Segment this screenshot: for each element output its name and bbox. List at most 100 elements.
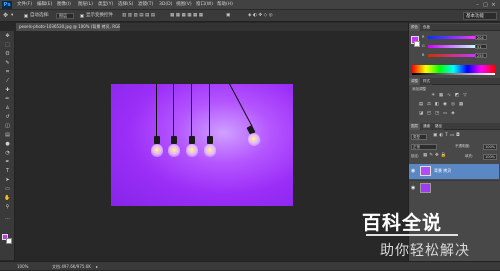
- history-brush-icon[interactable]: ↺: [3, 114, 12, 121]
- quick-select-icon[interactable]: ✎: [3, 60, 12, 67]
- 3d-mode-icons[interactable]: ◈◐✥◇◎: [248, 10, 274, 22]
- layer-filter-icons[interactable]: ▣◐T▭◘: [433, 133, 462, 138]
- channel-mixer-icon[interactable]: ◎: [450, 102, 456, 107]
- menu-layer[interactable]: 图层(L): [78, 0, 93, 10]
- red-value[interactable]: 204: [475, 35, 487, 40]
- layer-thumbnail: [420, 166, 431, 176]
- tool-preset-chevron-icon[interactable]: ▾: [11, 10, 13, 22]
- layer-name[interactable]: 背景 拷贝: [434, 168, 451, 174]
- bulb-socket: [206, 136, 213, 144]
- brush-icon[interactable]: ✏: [3, 96, 12, 103]
- layer-row[interactable]: ◉: [409, 180, 499, 195]
- blend-mode-dropdown[interactable]: 正常: [411, 144, 437, 150]
- exposure-icon[interactable]: ◩: [454, 93, 460, 98]
- grayscale-ramp[interactable]: [412, 73, 495, 75]
- color-balance-icon[interactable]: ⚖: [426, 102, 432, 107]
- selective-color-icon[interactable]: ◈: [450, 111, 456, 116]
- path-select-icon[interactable]: ➤: [3, 177, 12, 184]
- menu-window[interactable]: 窗口(W): [196, 0, 213, 10]
- color-spectrum[interactable]: [412, 65, 495, 73]
- color-panel-background[interactable]: [414, 41, 420, 47]
- shape-icon[interactable]: ▭: [3, 186, 12, 193]
- lasso-icon[interactable]: ʘ: [3, 51, 12, 58]
- zoom-icon[interactable]: ⚲: [3, 204, 12, 211]
- auto-select-dropdown[interactable]: 图层: [56, 13, 74, 19]
- green-slider[interactable]: [428, 45, 476, 48]
- photo-filter-icon[interactable]: ◉: [442, 102, 448, 107]
- brightness-icon[interactable]: ☀: [430, 93, 436, 98]
- tab-paths[interactable]: 路径: [433, 123, 444, 130]
- close-icon[interactable]: ×: [490, 2, 497, 8]
- document-tab[interactable]: pexels-photo-1036530.jpg @ 100% (背景 拷贝, …: [16, 23, 120, 31]
- visibility-eye-icon[interactable]: ◉: [411, 168, 415, 174]
- levels-icon[interactable]: ▦: [438, 93, 444, 98]
- channel-label-r: R: [422, 35, 425, 39]
- dodge-icon[interactable]: ◔: [3, 150, 12, 157]
- tab-adjustments[interactable]: 调整: [409, 78, 420, 85]
- pen-icon[interactable]: ✒: [3, 159, 12, 166]
- menu-filter[interactable]: 滤镜(T): [138, 0, 153, 10]
- layer-filter-dropdown[interactable]: 类型: [411, 134, 427, 140]
- menu-file[interactable]: 文件(F): [17, 0, 32, 10]
- gradient-map-icon[interactable]: ▭: [442, 111, 448, 116]
- blue-slider[interactable]: [428, 54, 476, 57]
- marquee-icon[interactable]: ⬚: [3, 42, 12, 49]
- minimize-icon[interactable]: –: [474, 2, 481, 8]
- menu-type[interactable]: 类型(Y): [98, 0, 113, 10]
- tools-panel: ✥ ⬚ ʘ ✎ ⌗ ⁄ ✚ ✏ ♙ ↺ ◫ ▤ ● ◔ ✒ T ➤ ▭ ✋ ⚲ …: [0, 31, 15, 260]
- eyedropper-icon[interactable]: ⁄: [3, 78, 12, 85]
- more-tools-icon[interactable]: …: [3, 215, 12, 222]
- document-image[interactable]: [111, 83, 293, 206]
- vibrance-icon[interactable]: ▽: [462, 93, 468, 98]
- healing-icon[interactable]: ✚: [3, 87, 12, 94]
- align-icons[interactable]: ▥▥▥▤▤▤: [122, 10, 157, 22]
- show-transform-checkbox[interactable]: [80, 14, 84, 18]
- background-color-swatch[interactable]: [6, 238, 12, 244]
- menu-image[interactable]: 图像(I): [57, 0, 71, 10]
- maximize-icon[interactable]: □: [482, 2, 489, 8]
- hue-saturation-icon[interactable]: ▤: [418, 102, 424, 107]
- blur-icon[interactable]: ●: [3, 141, 12, 148]
- type-icon[interactable]: T: [3, 168, 12, 175]
- tab-channels[interactable]: 通道: [421, 123, 432, 130]
- lock-icons[interactable]: ▦✎✥🔒: [423, 153, 448, 158]
- black-white-icon[interactable]: ◧: [434, 102, 440, 107]
- photoshop-logo: Ps: [2, 1, 12, 9]
- workspace-dropdown[interactable]: 基本功能: [463, 12, 497, 20]
- fill-field[interactable]: 100%: [483, 154, 497, 160]
- color-lookup-icon[interactable]: ▦: [458, 102, 464, 107]
- menu-3d[interactable]: 3D(D): [159, 0, 172, 10]
- move-tool-icon[interactable]: ✥: [3, 10, 8, 22]
- opacity-field[interactable]: 100%: [483, 144, 497, 150]
- hand-icon[interactable]: ✋: [3, 195, 12, 202]
- visibility-eye-icon[interactable]: ◉: [411, 185, 415, 191]
- menu-help[interactable]: 帮助(H): [217, 0, 233, 10]
- watermark-divider: [366, 234, 458, 236]
- distribute-icons[interactable]: ▦▦▦▦▦▦: [170, 10, 205, 22]
- menu-view[interactable]: 视图(V): [176, 0, 192, 10]
- threshold-icon[interactable]: ◳: [434, 111, 440, 116]
- watermark: 百科全说 助你轻松解决: [362, 206, 496, 264]
- crop-icon[interactable]: ⌗: [3, 69, 12, 76]
- tab-layers[interactable]: 图层: [409, 123, 420, 130]
- layer-filter-row: 类型 ▣◐T▭◘: [409, 132, 499, 142]
- auto-select-checkbox[interactable]: [24, 14, 28, 18]
- menu-edit[interactable]: 编辑(E): [37, 0, 52, 10]
- tab-color[interactable]: 颜色: [409, 24, 420, 31]
- curves-icon[interactable]: ∿: [446, 93, 452, 98]
- stamp-icon[interactable]: ♙: [3, 105, 12, 112]
- auto-align-icon[interactable]: ▣: [226, 10, 230, 22]
- tab-swatches[interactable]: 色板: [421, 24, 432, 31]
- channel-label-g: G: [422, 44, 425, 48]
- eraser-icon[interactable]: ◫: [3, 123, 12, 130]
- move-icon[interactable]: ✥: [3, 33, 12, 40]
- tab-styles[interactable]: 样式: [421, 78, 432, 85]
- layer-thumbnail: [420, 183, 431, 193]
- menu-select[interactable]: 选择(S): [118, 0, 133, 10]
- invert-icon[interactable]: ◪: [418, 111, 424, 116]
- gradient-icon[interactable]: ▤: [3, 132, 12, 139]
- posterize-icon[interactable]: ◰: [426, 111, 432, 116]
- blue-value[interactable]: 255: [475, 53, 487, 58]
- green-value[interactable]: 51: [475, 44, 487, 49]
- red-slider[interactable]: [428, 36, 476, 39]
